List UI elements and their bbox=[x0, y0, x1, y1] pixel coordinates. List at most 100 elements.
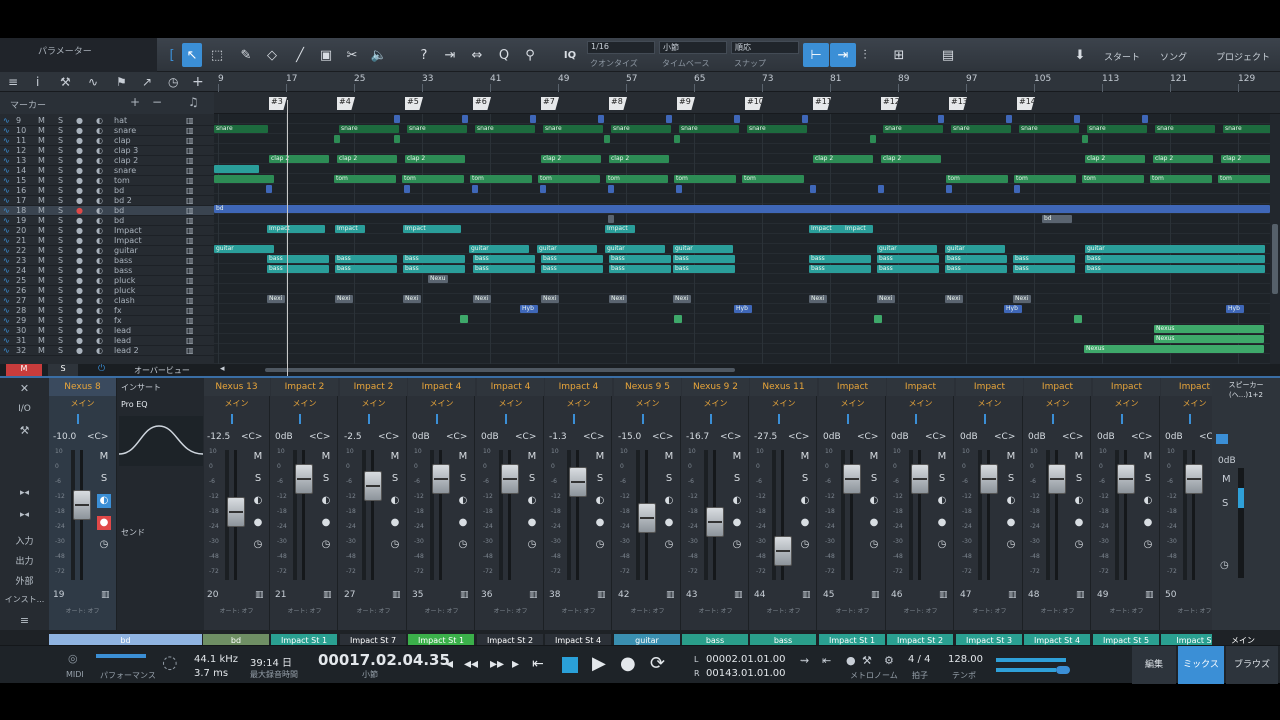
clip[interactable]: bass bbox=[541, 265, 603, 273]
draw-tool-icon[interactable]: ╱ bbox=[290, 43, 310, 67]
channel-name[interactable]: Nexus 9 5 bbox=[614, 378, 681, 396]
track-row[interactable]: ∿ 19 M S ● ◐ bd ▥ bbox=[0, 216, 214, 226]
add-marker-icon[interactable]: + bbox=[130, 95, 140, 109]
channel-name[interactable]: Impact bbox=[887, 378, 954, 396]
clip[interactable] bbox=[404, 185, 410, 193]
rewind-icon[interactable]: ◂◂ bbox=[464, 656, 478, 672]
clip[interactable]: snare bbox=[1019, 125, 1079, 133]
project-button[interactable]: プロジェクト bbox=[1216, 50, 1270, 63]
track-record-button[interactable]: ● bbox=[76, 306, 83, 315]
clip[interactable] bbox=[460, 315, 468, 323]
timeline-ruler[interactable]: 9 17 25 33 41 49 57 65 73 81 89 97 105 113 121 129 bbox=[214, 72, 1280, 92]
global-mute-button[interactable]: M bbox=[6, 364, 42, 376]
ruler-line[interactable] bbox=[626, 84, 627, 92]
clip[interactable] bbox=[394, 115, 400, 123]
ruler-tick[interactable]: 49 bbox=[558, 74, 569, 84]
snap-dropdown[interactable]: 順応 bbox=[731, 41, 799, 54]
mute-button[interactable]: M bbox=[1141, 450, 1155, 464]
pan-indicator[interactable] bbox=[505, 414, 507, 424]
track-monitor-button[interactable]: ◐ bbox=[96, 136, 103, 145]
channel-route[interactable]: メイン bbox=[1024, 398, 1091, 410]
channel-name[interactable]: Impact 4 bbox=[477, 378, 544, 396]
track-row[interactable]: ∿ 31 M S ● ◐ lead ▥ bbox=[0, 336, 214, 346]
track-solo-button[interactable]: S bbox=[58, 266, 63, 275]
ruler-line[interactable] bbox=[1170, 84, 1171, 92]
clip[interactable]: bd bbox=[214, 205, 1270, 213]
clip[interactable] bbox=[1142, 115, 1148, 123]
channel-route[interactable]: メイン bbox=[545, 398, 612, 410]
clip[interactable]: Hyb bbox=[520, 305, 538, 313]
main-mono-icon[interactable] bbox=[1216, 434, 1228, 444]
clip[interactable]: Nexi bbox=[945, 295, 963, 303]
track-record-button[interactable]: ● bbox=[76, 216, 83, 225]
tempo-value[interactable]: 128.00 bbox=[948, 654, 983, 665]
clip[interactable]: Hyb bbox=[734, 305, 752, 313]
output-button[interactable]: 出力 bbox=[0, 554, 49, 567]
clip[interactable]: clap 2 bbox=[405, 155, 465, 163]
mute-button[interactable]: M bbox=[319, 450, 333, 464]
channel-volume[interactable]: 0dB bbox=[891, 432, 909, 442]
record-arm-button[interactable]: ● bbox=[1141, 516, 1155, 530]
track-solo-button[interactable]: S bbox=[58, 206, 63, 215]
download-icon[interactable]: ⬇ bbox=[1068, 43, 1092, 67]
timecode-button[interactable]: ◷ bbox=[798, 538, 812, 552]
solo-button[interactable]: S bbox=[867, 472, 881, 486]
clip[interactable]: snare bbox=[1087, 125, 1147, 133]
track-monitor-button[interactable]: ◐ bbox=[96, 216, 103, 225]
ruler-line[interactable] bbox=[218, 84, 219, 92]
track-mute-button[interactable]: M bbox=[38, 186, 45, 195]
timecode-button[interactable]: ◷ bbox=[97, 538, 111, 552]
track-row[interactable]: ∿ 23 M S ● ◐ bass ▥ bbox=[0, 256, 214, 266]
marker-flag[interactable]: #11 bbox=[813, 97, 831, 110]
clip[interactable]: Nexi bbox=[541, 295, 559, 303]
monitor-button[interactable]: ◐ bbox=[456, 494, 470, 508]
pan-indicator[interactable] bbox=[1052, 414, 1054, 424]
track-row[interactable]: ∿ 17 M S ● ◐ bd 2 ▥ bbox=[0, 196, 214, 206]
clip[interactable]: bass bbox=[877, 265, 939, 273]
mute-button[interactable]: M bbox=[662, 450, 676, 464]
channel-volume[interactable]: 0dB bbox=[275, 432, 293, 442]
automation-off-label[interactable]: オート: オフ bbox=[682, 606, 749, 615]
channel-volume[interactable]: 0dB bbox=[1028, 432, 1046, 442]
automation-off-label[interactable]: オート: オフ bbox=[750, 606, 817, 615]
clip[interactable] bbox=[1074, 115, 1080, 123]
clip[interactable] bbox=[394, 135, 400, 143]
record-arm-button[interactable]: ● bbox=[525, 516, 539, 530]
fader-cap[interactable] bbox=[1048, 464, 1066, 494]
mute-button[interactable]: M bbox=[251, 450, 265, 464]
track-record-button[interactable]: ● bbox=[76, 226, 83, 235]
ruler-line[interactable] bbox=[490, 84, 491, 92]
mute-button[interactable]: M bbox=[867, 450, 881, 464]
track-solo-button[interactable]: S bbox=[58, 306, 63, 315]
fader-cap[interactable] bbox=[73, 490, 91, 520]
timecode-button[interactable]: ◷ bbox=[525, 538, 539, 552]
eraser-tool-icon[interactable]: ◇ bbox=[262, 43, 282, 67]
clip[interactable] bbox=[946, 185, 952, 193]
snap-on-icon[interactable]: ⊢ bbox=[803, 43, 829, 67]
clip[interactable]: Impact bbox=[605, 225, 635, 233]
track-record-button[interactable]: ● bbox=[76, 236, 83, 245]
pan-center-label[interactable]: <C> bbox=[515, 432, 536, 442]
clip[interactable]: Nexus bbox=[1154, 325, 1264, 333]
record-arm-button[interactable]: ● bbox=[456, 516, 470, 530]
clip[interactable]: Nexus bbox=[1084, 345, 1264, 353]
expand-icon[interactable]: ▸◂ bbox=[0, 488, 49, 498]
marker-flag[interactable]: #5 bbox=[405, 97, 423, 110]
external-button[interactable]: 外部 bbox=[0, 574, 49, 587]
record-arm-button[interactable]: ● bbox=[388, 516, 402, 530]
automation-icon[interactable]: ∿ bbox=[88, 75, 98, 89]
pan-indicator[interactable] bbox=[368, 414, 370, 424]
listen-tool-icon[interactable]: 🔈 bbox=[368, 43, 390, 67]
pan-center-label[interactable]: <C> bbox=[652, 432, 673, 442]
clip[interactable] bbox=[608, 185, 614, 193]
clip[interactable] bbox=[266, 185, 272, 193]
clip[interactable]: Impact bbox=[335, 225, 365, 233]
clip[interactable]: bass bbox=[473, 255, 535, 263]
automation-off-label[interactable]: オート: オフ bbox=[614, 606, 681, 615]
fader-cap[interactable] bbox=[295, 464, 313, 494]
collapse-icon[interactable]: ▸◂ bbox=[0, 510, 49, 520]
automation-off-label[interactable]: オート: オフ bbox=[545, 606, 612, 615]
solo-button[interactable]: S bbox=[525, 472, 539, 486]
track-record-button[interactable]: ● bbox=[76, 146, 83, 155]
clip[interactable]: clap 2 bbox=[1153, 155, 1213, 163]
